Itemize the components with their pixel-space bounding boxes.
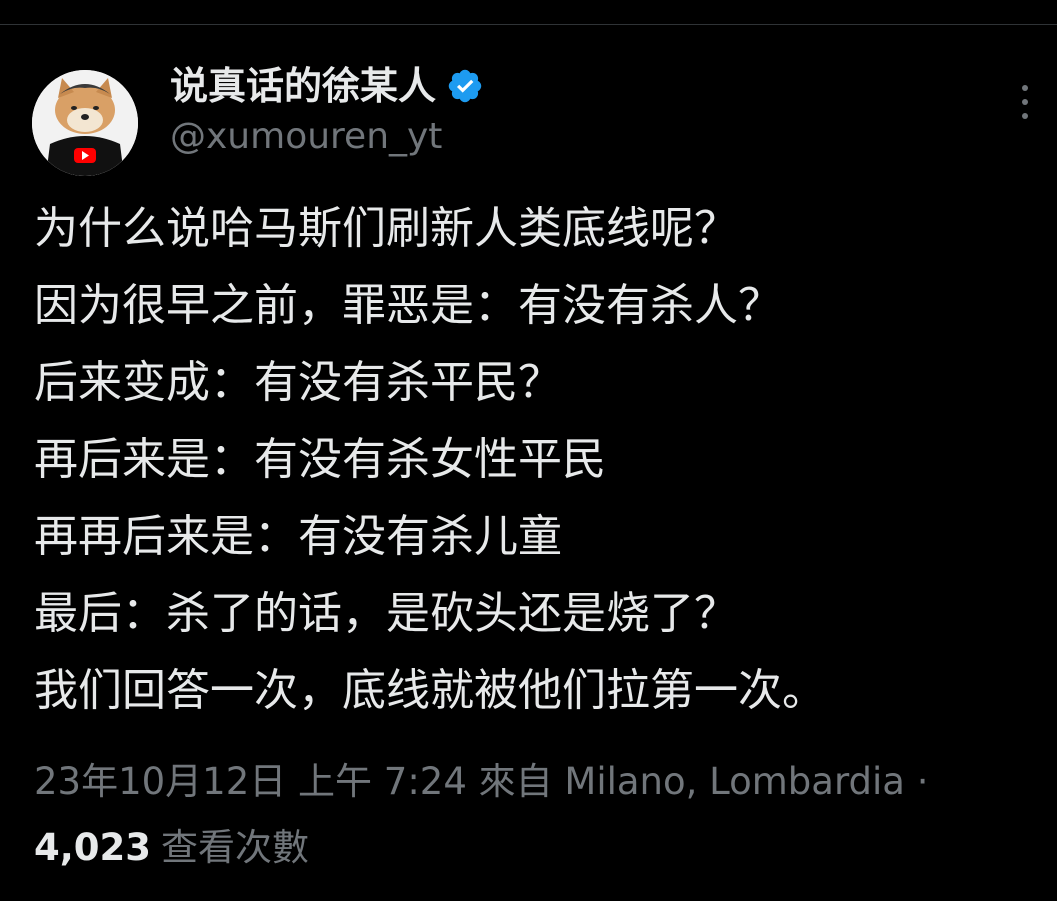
views-count: 4,023 bbox=[34, 826, 152, 869]
handle[interactable]: @xumouren_yt bbox=[170, 112, 930, 162]
author-info: 说真话的徐某人 @xumouren_yt bbox=[170, 58, 930, 162]
tweet-text: 为什么说哈马斯们刷新人类底线呢？ 因为很早之前，罪恶是：有没有杀人？ 后来变成：… bbox=[34, 190, 1034, 729]
tweet-line: 因为很早之前，罪恶是：有没有杀人？ bbox=[34, 280, 782, 331]
views-stat[interactable]: 4,023 查看次數 bbox=[34, 822, 934, 874]
meta-separator: · bbox=[916, 760, 929, 803]
tweet-header: 说真话的徐某人 @xumouren_yt bbox=[32, 58, 1032, 176]
display-name[interactable]: 说真话的徐某人 bbox=[170, 58, 436, 114]
tweet-date[interactable]: 23年10月12日 bbox=[34, 760, 286, 803]
display-name-row: 说真话的徐某人 bbox=[170, 58, 930, 114]
avatar[interactable] bbox=[32, 70, 138, 176]
more-vertical-icon[interactable] bbox=[1014, 82, 1036, 122]
tweet-location: 來自 Milano, Lombardia bbox=[478, 760, 905, 803]
tweet-line: 我们回答一次，底线就被他们拉第一次。 bbox=[34, 665, 826, 716]
tweet-metadata: 23年10月12日 上午 7:24 來自 Milano, Lombardia · bbox=[34, 756, 1044, 808]
tweet-line: 为什么说哈马斯们刷新人类底线呢？ bbox=[34, 203, 738, 254]
top-divider bbox=[0, 24, 1057, 25]
tweet-line: 再再后来是：有没有杀儿童 bbox=[34, 511, 562, 562]
tweet-time[interactable]: 上午 7:24 bbox=[298, 760, 467, 803]
tweet-line: 最后：杀了的话，是砍头还是烧了？ bbox=[34, 588, 738, 639]
verified-badge-icon bbox=[446, 67, 484, 105]
tweet-line: 再后来是：有没有杀女性平民 bbox=[34, 434, 606, 485]
views-label: 查看次數 bbox=[161, 826, 310, 869]
tweet-line: 后来变成：有没有杀平民？ bbox=[34, 357, 562, 408]
